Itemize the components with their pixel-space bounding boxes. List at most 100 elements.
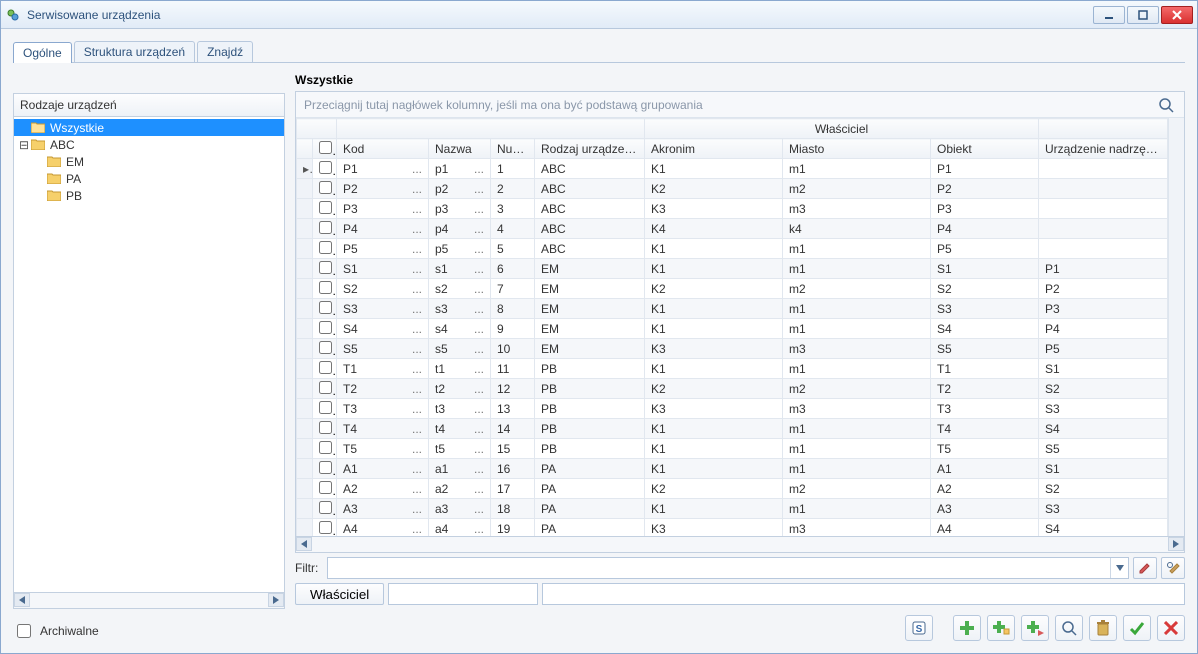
cell-akronim[interactable]: K1 [645, 259, 783, 279]
devices-grid[interactable]: Właściciel Kod Nazwa Nu [296, 118, 1168, 536]
row-checkbox[interactable] [319, 421, 332, 434]
filter-edit-button[interactable] [1133, 557, 1157, 579]
cell-numer[interactable]: 16 [491, 459, 535, 479]
table-row[interactable]: A1 ...a1 ...16PAK1m1A1S1 [297, 459, 1168, 479]
cell-nazwa[interactable]: t1 ... [429, 359, 491, 379]
cell-obiekt[interactable]: P1 [931, 159, 1039, 179]
row-checkbox[interactable] [319, 201, 332, 214]
cell-obiekt[interactable]: P3 [931, 199, 1039, 219]
cell-numer[interactable]: 13 [491, 399, 535, 419]
col-obiekt[interactable]: Obiekt [931, 139, 1039, 159]
cell-nadrz[interactable] [1039, 179, 1168, 199]
cell-obiekt[interactable]: A4 [931, 519, 1039, 537]
cell-nazwa[interactable]: a4 ... [429, 519, 491, 537]
cell-obiekt[interactable]: S1 [931, 259, 1039, 279]
row-checkbox[interactable] [319, 441, 332, 454]
cell-akronim[interactable]: K1 [645, 299, 783, 319]
row-checkbox[interactable] [319, 341, 332, 354]
cell-nazwa[interactable]: p3 ... [429, 199, 491, 219]
cell-nadrz[interactable]: S4 [1039, 519, 1168, 537]
cell-rodzaj[interactable]: PA [535, 479, 645, 499]
cell-rodzaj[interactable]: EM [535, 319, 645, 339]
cell-kod[interactable]: T2 ... [337, 379, 429, 399]
cell-miasto[interactable]: m2 [783, 279, 931, 299]
cell-akronim[interactable]: K2 [645, 279, 783, 299]
cell-miasto[interactable]: m1 [783, 259, 931, 279]
cell-numer[interactable]: 19 [491, 519, 535, 537]
cell-numer[interactable]: 6 [491, 259, 535, 279]
maximize-button[interactable] [1127, 6, 1159, 24]
row-checkbox[interactable] [319, 521, 332, 534]
cell-obiekt[interactable]: T1 [931, 359, 1039, 379]
confirm-button[interactable] [1123, 615, 1151, 641]
cell-numer[interactable]: 17 [491, 479, 535, 499]
minimize-button[interactable] [1093, 6, 1125, 24]
cell-kod[interactable]: A3 ... [337, 499, 429, 519]
cell-obiekt[interactable]: A3 [931, 499, 1039, 519]
cell-numer[interactable]: 1 [491, 159, 535, 179]
cell-rodzaj[interactable]: PB [535, 379, 645, 399]
cell-akronim[interactable]: K3 [645, 339, 783, 359]
tree-node[interactable]: EM [14, 153, 284, 170]
cell-akronim[interactable]: K1 [645, 419, 783, 439]
cell-akronim[interactable]: K2 [645, 479, 783, 499]
cell-rodzaj[interactable]: EM [535, 339, 645, 359]
table-row[interactable]: T5 ...t5 ...15PBK1m1T5S5 [297, 439, 1168, 459]
cell-kod[interactable]: P5 ... [337, 239, 429, 259]
cell-numer[interactable]: 9 [491, 319, 535, 339]
cell-miasto[interactable]: m2 [783, 179, 931, 199]
cell-obiekt[interactable]: T2 [931, 379, 1039, 399]
archive-checkbox[interactable] [17, 624, 31, 638]
cell-nadrz[interactable] [1039, 239, 1168, 259]
grid-hscroll[interactable] [295, 537, 1185, 553]
cell-numer[interactable]: 15 [491, 439, 535, 459]
cell-kod[interactable]: S1 ... [337, 259, 429, 279]
cell-nadrz[interactable]: S5 [1039, 439, 1168, 459]
table-row[interactable]: A2 ...a2 ...17PAK2m2A2S2 [297, 479, 1168, 499]
cell-miasto[interactable]: m3 [783, 519, 931, 537]
row-checkbox[interactable] [319, 381, 332, 394]
cell-akronim[interactable]: K1 [645, 239, 783, 259]
table-row[interactable]: P4 ...p4 ...4ABCK4k4P4 [297, 219, 1168, 239]
tree-node[interactable]: PB [14, 187, 284, 204]
cell-obiekt[interactable]: S5 [931, 339, 1039, 359]
cell-nadrz[interactable]: S1 [1039, 459, 1168, 479]
cell-miasto[interactable]: m2 [783, 379, 931, 399]
cell-numer[interactable]: 14 [491, 419, 535, 439]
view-button[interactable] [1055, 615, 1083, 641]
cell-nazwa[interactable]: t3 ... [429, 399, 491, 419]
settings-button[interactable]: S [905, 615, 933, 641]
grid-select-all[interactable] [319, 141, 332, 154]
row-checkbox[interactable] [319, 361, 332, 374]
cell-nadrz[interactable] [1039, 199, 1168, 219]
cell-kod[interactable]: T3 ... [337, 399, 429, 419]
cell-nazwa[interactable]: t5 ... [429, 439, 491, 459]
row-checkbox[interactable] [319, 321, 332, 334]
row-checkbox[interactable] [319, 401, 332, 414]
row-checkbox[interactable] [319, 281, 332, 294]
cell-kod[interactable]: P4 ... [337, 219, 429, 239]
filter-dropdown-icon[interactable] [1110, 558, 1128, 578]
cell-kod[interactable]: A1 ... [337, 459, 429, 479]
cell-miasto[interactable]: m1 [783, 439, 931, 459]
cell-nadrz[interactable]: S4 [1039, 419, 1168, 439]
cell-numer[interactable]: 4 [491, 219, 535, 239]
table-row[interactable]: T4 ...t4 ...14PBK1m1T4S4 [297, 419, 1168, 439]
close-button[interactable] [1161, 6, 1193, 24]
table-row[interactable]: T2 ...t2 ...12PBK2m2T2S2 [297, 379, 1168, 399]
cell-rodzaj[interactable]: PB [535, 439, 645, 459]
cell-nazwa[interactable]: t2 ... [429, 379, 491, 399]
cell-numer[interactable]: 5 [491, 239, 535, 259]
filter-input[interactable] [328, 561, 1110, 575]
cell-akronim[interactable]: K3 [645, 399, 783, 419]
table-row[interactable]: S4 ...s4 ...9EMK1m1S4P4 [297, 319, 1168, 339]
owner-button[interactable]: Właściciel [295, 583, 384, 605]
cell-numer[interactable]: 18 [491, 499, 535, 519]
row-checkbox[interactable] [319, 161, 332, 174]
tab-struktura-urządzeń[interactable]: Struktura urządzeń [74, 41, 195, 62]
cell-rodzaj[interactable]: ABC [535, 199, 645, 219]
cell-nazwa[interactable]: p2 ... [429, 179, 491, 199]
cell-akronim[interactable]: K1 [645, 159, 783, 179]
cell-nazwa[interactable]: p4 ... [429, 219, 491, 239]
cell-rodzaj[interactable]: EM [535, 299, 645, 319]
